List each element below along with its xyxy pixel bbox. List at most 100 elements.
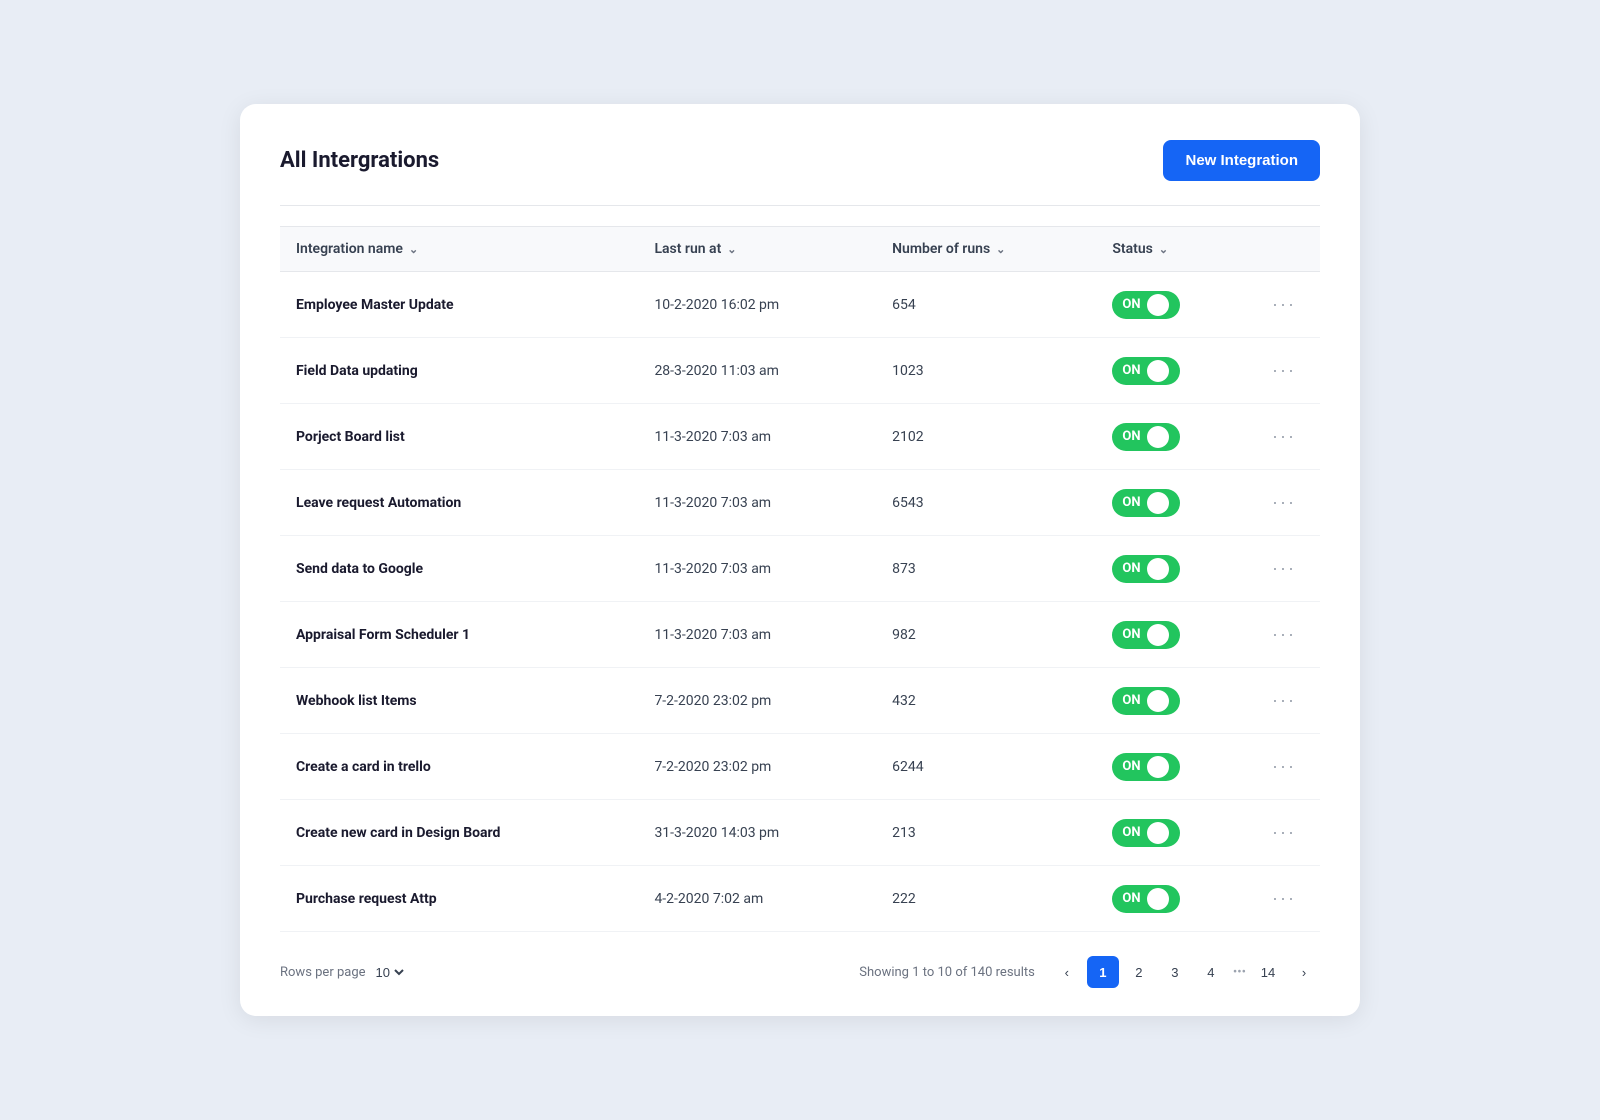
pagination-info: Showing 1 to 10 of 140 results	[859, 965, 1035, 980]
cell-status: ON	[1096, 866, 1248, 932]
chevron-down-icon: ⌄	[996, 243, 1005, 256]
table-row: Leave request Automation 11-3-2020 7:03 …	[280, 470, 1320, 536]
cell-runs: 432	[876, 668, 1096, 734]
table-row: Webhook list Items 7-2-2020 23:02 pm 432…	[280, 668, 1320, 734]
cell-actions: ···	[1248, 338, 1320, 404]
integrations-table: Integration name ⌄ Last run at ⌄ Number …	[280, 226, 1320, 932]
cell-last-run: 11-3-2020 7:03 am	[638, 536, 876, 602]
cell-actions: ···	[1248, 800, 1320, 866]
pagination-page-14[interactable]: 14	[1252, 956, 1284, 988]
cell-runs: 873	[876, 536, 1096, 602]
more-options-button[interactable]: ···	[1264, 488, 1304, 517]
cell-name: Leave request Automation	[280, 470, 638, 536]
table-row: Create new card in Design Board 31-3-202…	[280, 800, 1320, 866]
pagination-page-3[interactable]: 3	[1159, 956, 1191, 988]
status-toggle[interactable]: ON	[1112, 291, 1180, 319]
rows-per-page-select[interactable]: 10 25 50	[372, 964, 407, 981]
cell-last-run: 7-2-2020 23:02 pm	[638, 734, 876, 800]
cell-status: ON	[1096, 404, 1248, 470]
more-options-button[interactable]: ···	[1264, 554, 1304, 583]
more-options-button[interactable]: ···	[1264, 818, 1304, 847]
cell-name: Create new card in Design Board	[280, 800, 638, 866]
chevron-down-icon: ⌄	[409, 243, 418, 256]
table-row: Appraisal Form Scheduler 1 11-3-2020 7:0…	[280, 602, 1320, 668]
cell-runs: 982	[876, 602, 1096, 668]
header-divider	[280, 205, 1320, 206]
col-header-last-run[interactable]: Last run at ⌄	[638, 227, 876, 272]
cell-actions: ···	[1248, 404, 1320, 470]
cell-name: Create a card in trello	[280, 734, 638, 800]
more-options-button[interactable]: ···	[1264, 686, 1304, 715]
status-toggle[interactable]: ON	[1112, 753, 1180, 781]
pagination-prev-button[interactable]: ‹	[1051, 956, 1083, 988]
rows-per-page-label: Rows per page	[280, 965, 366, 980]
cell-last-run: 7-2-2020 23:02 pm	[638, 668, 876, 734]
chevron-down-icon: ⌄	[1159, 243, 1168, 256]
cell-actions: ···	[1248, 602, 1320, 668]
cell-last-run: 11-3-2020 7:03 am	[638, 602, 876, 668]
cell-runs: 654	[876, 272, 1096, 338]
more-options-button[interactable]: ···	[1264, 884, 1304, 913]
table-row: Porject Board list 11-3-2020 7:03 am 210…	[280, 404, 1320, 470]
cell-name: Webhook list Items	[280, 668, 638, 734]
table-row: Send data to Google 11-3-2020 7:03 am 87…	[280, 536, 1320, 602]
status-toggle[interactable]: ON	[1112, 555, 1180, 583]
table-row: Create a card in trello 7-2-2020 23:02 p…	[280, 734, 1320, 800]
pagination-page-4[interactable]: 4	[1195, 956, 1227, 988]
table-row: Field Data updating 28-3-2020 11:03 am 1…	[280, 338, 1320, 404]
cell-name: Field Data updating	[280, 338, 638, 404]
col-header-name[interactable]: Integration name ⌄	[280, 227, 638, 272]
status-toggle[interactable]: ON	[1112, 423, 1180, 451]
table-footer: Rows per page 10 25 50 Showing 1 to 10 o…	[280, 948, 1320, 988]
more-options-button[interactable]: ···	[1264, 752, 1304, 781]
pagination-dots: •••	[1231, 965, 1248, 980]
table-header: Integration name ⌄ Last run at ⌄ Number …	[280, 227, 1320, 272]
table-row: Employee Master Update 10-2-2020 16:02 p…	[280, 272, 1320, 338]
cell-runs: 1023	[876, 338, 1096, 404]
pagination-controls: Showing 1 to 10 of 140 results ‹ 1 2 3 4…	[859, 956, 1320, 988]
table-body: Employee Master Update 10-2-2020 16:02 p…	[280, 272, 1320, 932]
cell-actions: ···	[1248, 470, 1320, 536]
chevron-down-icon: ⌄	[727, 243, 736, 256]
cell-runs: 6244	[876, 734, 1096, 800]
status-toggle[interactable]: ON	[1112, 621, 1180, 649]
status-toggle[interactable]: ON	[1112, 687, 1180, 715]
cell-last-run: 10-2-2020 16:02 pm	[638, 272, 876, 338]
status-toggle[interactable]: ON	[1112, 885, 1180, 913]
cell-actions: ···	[1248, 272, 1320, 338]
cell-actions: ···	[1248, 668, 1320, 734]
more-options-button[interactable]: ···	[1264, 356, 1304, 385]
cell-actions: ···	[1248, 734, 1320, 800]
rows-per-page-control: Rows per page 10 25 50	[280, 964, 407, 981]
status-toggle[interactable]: ON	[1112, 489, 1180, 517]
status-toggle[interactable]: ON	[1112, 819, 1180, 847]
cell-runs: 222	[876, 866, 1096, 932]
cell-status: ON	[1096, 272, 1248, 338]
pagination-next-button[interactable]: ›	[1288, 956, 1320, 988]
status-toggle[interactable]: ON	[1112, 357, 1180, 385]
new-integration-button[interactable]: New Integration	[1163, 140, 1320, 181]
pagination-page-1[interactable]: 1	[1087, 956, 1119, 988]
cell-name: Porject Board list	[280, 404, 638, 470]
cell-runs: 6543	[876, 470, 1096, 536]
cell-last-run: 11-3-2020 7:03 am	[638, 470, 876, 536]
cell-name: Employee Master Update	[280, 272, 638, 338]
more-options-button[interactable]: ···	[1264, 290, 1304, 319]
cell-status: ON	[1096, 338, 1248, 404]
header-row: Integration name ⌄ Last run at ⌄ Number …	[280, 227, 1320, 272]
cell-runs: 213	[876, 800, 1096, 866]
col-header-status[interactable]: Status ⌄	[1096, 227, 1248, 272]
cell-status: ON	[1096, 470, 1248, 536]
cell-status: ON	[1096, 536, 1248, 602]
cell-status: ON	[1096, 602, 1248, 668]
cell-actions: ···	[1248, 866, 1320, 932]
more-options-button[interactable]: ···	[1264, 422, 1304, 451]
cell-last-run: 28-3-2020 11:03 am	[638, 338, 876, 404]
cell-status: ON	[1096, 734, 1248, 800]
more-options-button[interactable]: ···	[1264, 620, 1304, 649]
cell-last-run: 4-2-2020 7:02 am	[638, 866, 876, 932]
col-header-runs[interactable]: Number of runs ⌄	[876, 227, 1096, 272]
page-header: All Intergrations New Integration	[280, 140, 1320, 181]
pagination-page-2[interactable]: 2	[1123, 956, 1155, 988]
cell-last-run: 31-3-2020 14:03 pm	[638, 800, 876, 866]
